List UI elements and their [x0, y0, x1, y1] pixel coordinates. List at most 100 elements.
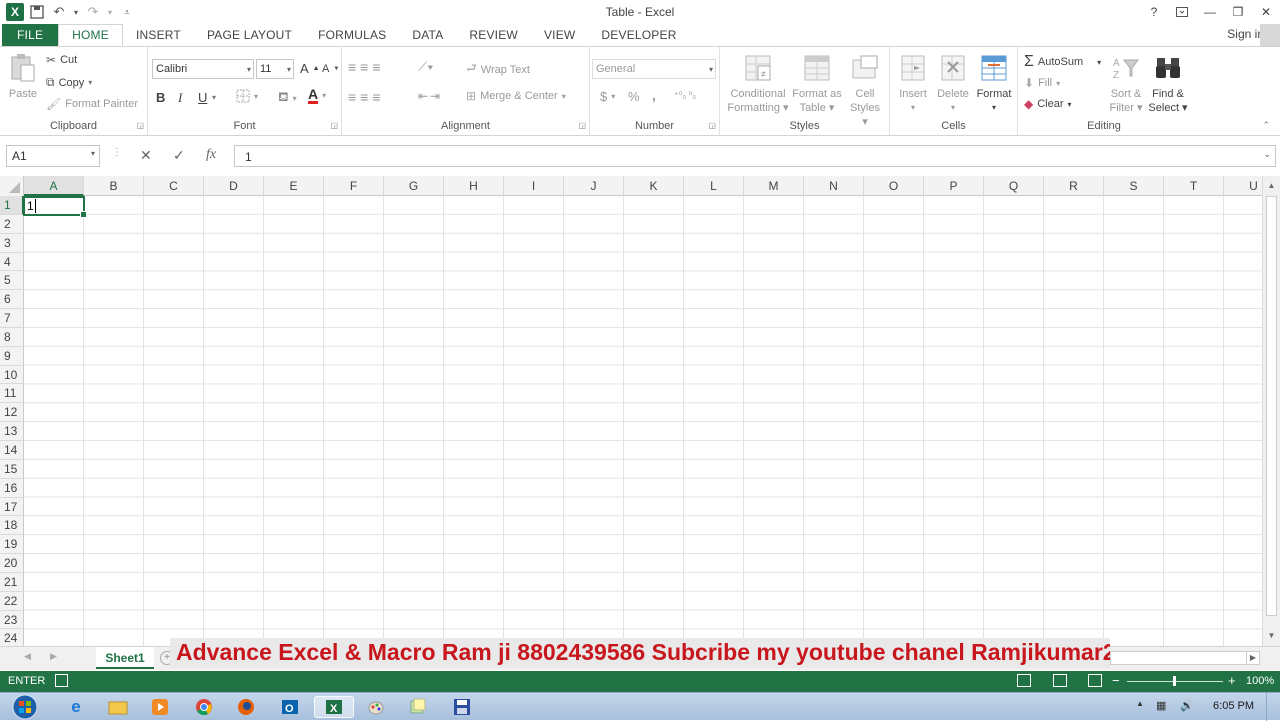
row-header-11[interactable]: 11 — [0, 384, 24, 404]
insert-function-button[interactable]: fx — [206, 147, 216, 163]
cell-area[interactable] — [24, 196, 1262, 646]
vertical-scrollbar[interactable]: ▲ ▼ — [1262, 176, 1280, 646]
media-player-icon[interactable] — [140, 696, 180, 718]
close-button[interactable]: ✕ — [1252, 0, 1280, 24]
font-size-combo[interactable]: 11 ▾ — [256, 59, 294, 79]
row-header-19[interactable]: 19 — [0, 535, 24, 555]
row-header-6[interactable]: 6 — [0, 290, 24, 310]
macro-recording-icon[interactable] — [55, 674, 68, 687]
tray-network-icon[interactable]: ▦ — [1156, 699, 1166, 712]
orientation-icon[interactable]: ⟋▾ — [418, 59, 433, 75]
tab-formulas[interactable]: FORMULAS — [305, 24, 399, 46]
row-header-5[interactable]: 5 — [0, 271, 24, 291]
currency-button[interactable]: $ ▾ — [600, 89, 615, 104]
row-header-9[interactable]: 9 — [0, 346, 24, 366]
row-header-20[interactable]: 20 — [0, 554, 24, 573]
chrome-icon[interactable] — [184, 696, 224, 718]
vertical-scroll-thumb[interactable] — [1266, 196, 1277, 616]
excel-taskbar-icon[interactable]: X — [314, 696, 354, 718]
customize-qat-icon[interactable]: ⩡ — [118, 3, 136, 21]
column-header-c[interactable]: C — [144, 176, 204, 196]
cancel-entry-button[interactable]: ✕ — [140, 147, 152, 164]
firefox-icon[interactable] — [226, 696, 266, 718]
column-header-g[interactable]: G — [384, 176, 444, 196]
restore-button[interactable]: ❐ — [1224, 0, 1252, 24]
redo-dropdown-icon[interactable]: ▾ — [106, 3, 114, 21]
italic-button[interactable]: I — [178, 90, 182, 106]
prev-sheet-icon[interactable]: ◀ — [24, 651, 31, 662]
row-header-17[interactable]: 17 — [0, 497, 24, 517]
row-header-18[interactable]: 18 — [0, 516, 24, 536]
merge-center-button[interactable]: ⊞ Merge & Center ▾ — [466, 89, 566, 103]
undo-icon[interactable]: ↶ — [50, 3, 68, 21]
ie-icon[interactable]: e — [56, 696, 96, 718]
column-header-m[interactable]: M — [744, 176, 804, 196]
column-header-i[interactable]: I — [504, 176, 564, 196]
fill-color-button[interactable]: ⛾ ▾ — [278, 89, 297, 107]
undo-dropdown-icon[interactable]: ▾ — [72, 3, 80, 21]
column-header-q[interactable]: Q — [984, 176, 1044, 196]
zoom-in-button[interactable]: + — [1228, 673, 1236, 688]
column-header-s[interactable]: S — [1104, 176, 1164, 196]
wrap-text-button[interactable]: ⮐ Wrap Text — [466, 59, 530, 80]
font-color-button[interactable]: A ▾ — [308, 87, 326, 104]
comma-button[interactable]: , — [652, 87, 656, 103]
column-header-p[interactable]: P — [924, 176, 984, 196]
tab-insert[interactable]: INSERT — [123, 24, 194, 46]
column-header-u[interactable]: U — [1224, 176, 1262, 196]
underline-dropdown-icon[interactable]: ▾ — [212, 93, 216, 102]
sort-filter-button[interactable]: AZ Sort & Filter ▾ — [1108, 53, 1144, 115]
tab-page-layout[interactable]: PAGE LAYOUT — [194, 24, 305, 46]
row-header-10[interactable]: 10 — [0, 365, 24, 385]
zoom-out-button[interactable]: − — [1112, 673, 1120, 688]
worksheet-grid[interactable]: ABCDEFGHIJKLMNOPQRSTU 1 2 3 4 5 6 7 8 9 10 11 12 13 1… — [0, 176, 1262, 646]
zoom-level[interactable]: 100% — [1246, 675, 1274, 687]
column-header-d[interactable]: D — [204, 176, 264, 196]
clock[interactable]: 6:05 PM — [1213, 700, 1254, 712]
normal-view-icon[interactable] — [1017, 674, 1031, 687]
column-header-n[interactable]: N — [804, 176, 864, 196]
column-header-o[interactable]: O — [864, 176, 924, 196]
minimize-button[interactable]: — — [1196, 0, 1224, 24]
cut-button[interactable]: ✂ Cut — [46, 53, 77, 67]
explorer-icon[interactable] — [98, 696, 138, 718]
decimal-buttons[interactable]: ⁺⁰₀ ⁰₀ — [674, 90, 696, 101]
select-all-corner[interactable] — [0, 176, 24, 196]
column-header-j[interactable]: J — [564, 176, 624, 196]
page-layout-view-icon[interactable] — [1053, 674, 1067, 687]
row-header-4[interactable]: 4 — [0, 252, 24, 272]
tab-home[interactable]: HOME — [58, 24, 123, 46]
row-header-21[interactable]: 21 — [0, 572, 24, 592]
copy-button[interactable]: ⧉ Copy ▾ — [46, 75, 92, 90]
column-header-l[interactable]: L — [684, 176, 744, 196]
indent-icons[interactable]: ⇤⇥ — [418, 89, 442, 103]
tab-view[interactable]: VIEW — [531, 24, 588, 46]
row-header-23[interactable]: 23 — [0, 610, 24, 630]
conditional-formatting-button[interactable]: ≠ Conditional Formatting ▾ — [726, 53, 790, 115]
insert-cells-button[interactable]: Insert ▾ — [896, 53, 930, 115]
shrink-font-button[interactable]: A ▼ — [322, 63, 339, 75]
sign-in-link[interactable]: Sign in — [1227, 27, 1264, 41]
font-name-combo[interactable]: Calibri ▾ — [152, 59, 254, 79]
paint-icon[interactable] — [356, 696, 396, 718]
help-button[interactable]: ? — [1140, 0, 1168, 24]
collapse-ribbon-icon[interactable]: ⌃ — [1262, 120, 1270, 131]
cell-styles-button[interactable]: Cell Styles ▾ — [846, 53, 884, 129]
show-desktop-button[interactable] — [1266, 693, 1280, 721]
tab-file[interactable]: FILE — [2, 24, 59, 46]
scroll-down-icon[interactable]: ▼ — [1263, 628, 1280, 644]
format-cells-button[interactable]: Format ▾ — [974, 53, 1014, 115]
column-header-f[interactable]: F — [324, 176, 384, 196]
underline-button[interactable]: U — [198, 90, 207, 105]
font-launcher-icon[interactable]: ◲ — [330, 121, 338, 130]
formula-input[interactable]: 1 ⌄ — [234, 145, 1276, 167]
number-format-combo[interactable]: General ▾ — [592, 59, 716, 79]
save-icon[interactable] — [28, 3, 46, 21]
ribbon-display-options-icon[interactable] — [1168, 0, 1196, 24]
column-header-k[interactable]: K — [624, 176, 684, 196]
outlook-icon[interactable]: O — [270, 696, 310, 718]
expand-formula-bar-icon[interactable]: ⌄ — [1263, 149, 1271, 160]
format-painter-button[interactable]: 🖌 Format Painter — [46, 97, 138, 111]
redo-icon[interactable]: ↷ — [84, 3, 102, 21]
zoom-slider-thumb[interactable] — [1173, 676, 1176, 686]
